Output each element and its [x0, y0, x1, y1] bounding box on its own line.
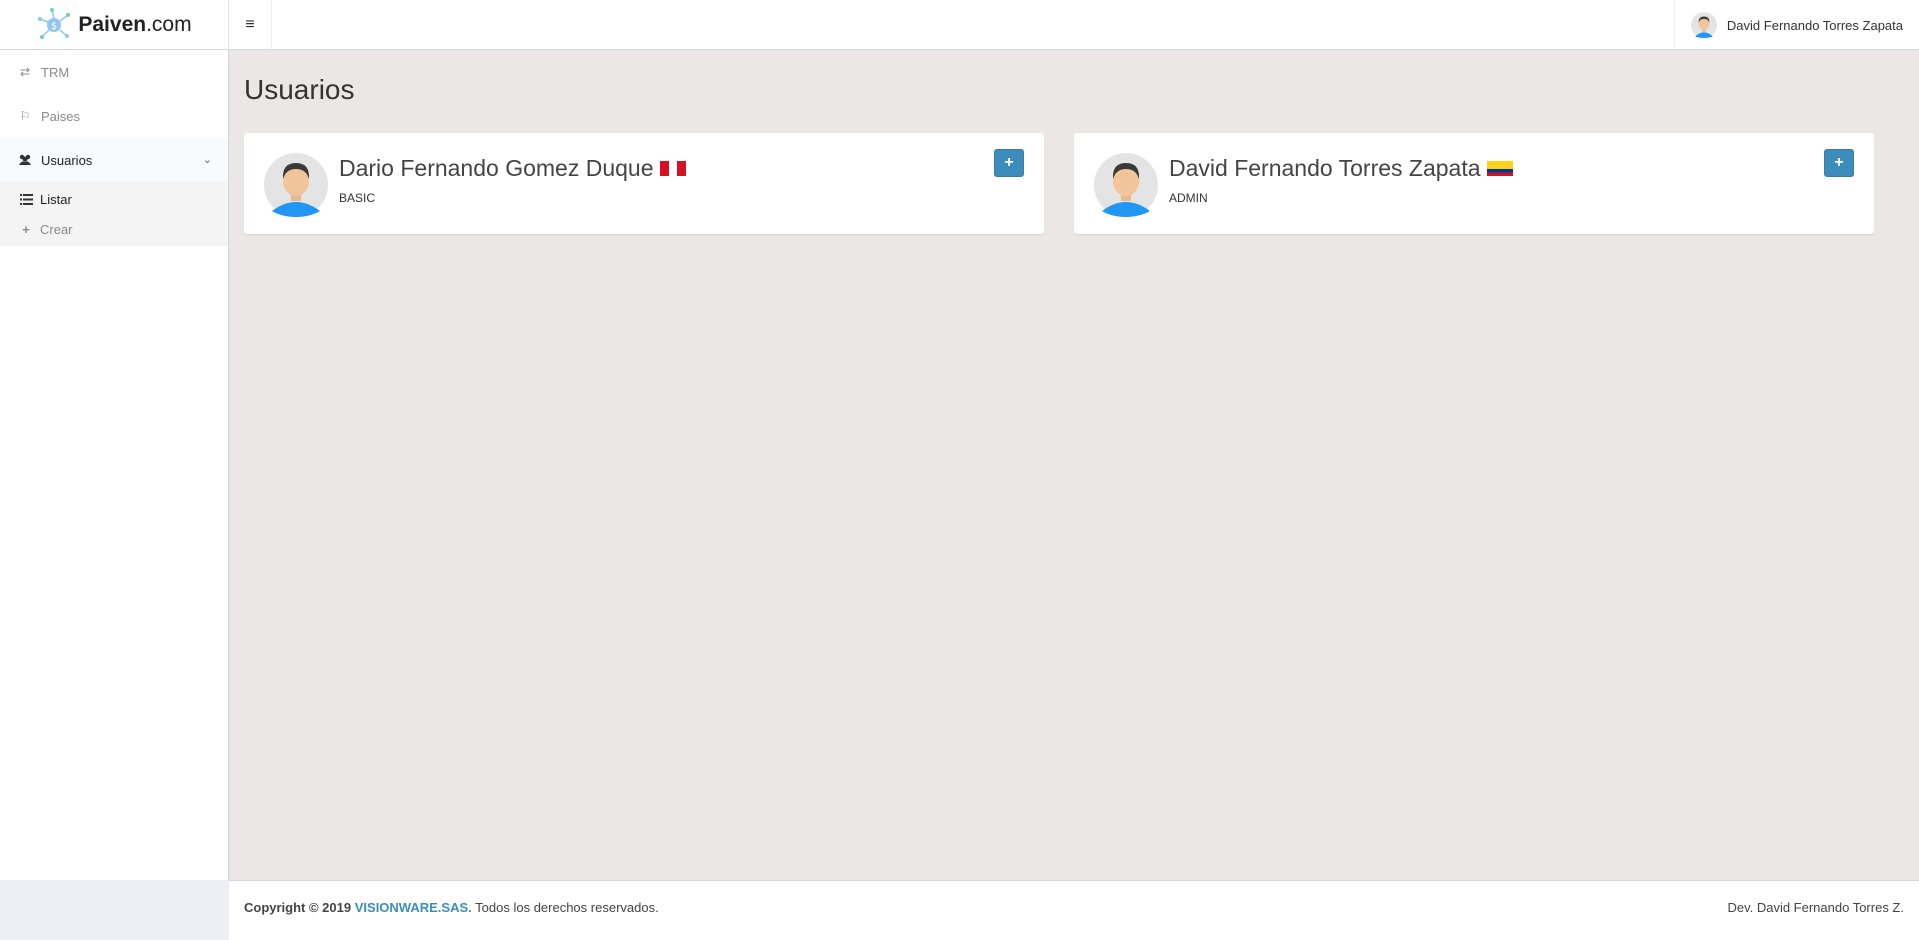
sidebar-subitem-label: Listar [40, 191, 72, 207]
list-icon [18, 193, 34, 205]
top-header: $ Paiven.com ≡ David Fernando Torres Zap… [0, 0, 1919, 50]
users-icon [17, 154, 33, 166]
exchange-icon: ⇄ [19, 65, 31, 79]
sidebar-subitem-label: Crear [40, 221, 73, 237]
add-button[interactable]: + [1824, 149, 1854, 177]
peru-flag-icon [659, 161, 686, 176]
colombia-flag-icon [1486, 161, 1513, 176]
sidebar-item-label: Usuarios [41, 152, 93, 168]
sidebar-item-trm[interactable]: ⇄ TRM [0, 50, 228, 94]
sidebar-toggle-button[interactable]: ≡ [229, 0, 272, 50]
user-avatar-icon [264, 153, 328, 217]
sidebar-subitem-crear[interactable]: + Crear [0, 214, 228, 244]
user-role: ADMIN [1169, 191, 1208, 205]
user-name: Dario Fernando Gomez Duque [339, 155, 654, 181]
user-role: BASIC [339, 191, 376, 205]
company-link[interactable]: VISIONWARE.SAS. [355, 900, 472, 915]
user-card: Dario Fernando Gomez Duque BASIC + [244, 133, 1044, 234]
plus-icon: + [22, 221, 30, 237]
main-content: Usuarios Dario Fernando Gomez Duque BASI… [229, 50, 1919, 880]
footer-dev-credit: Dev. David Fernando Torres Z. [1727, 900, 1904, 915]
usuarios-submenu: Listar + Crear [0, 182, 228, 246]
user-avatar-icon [1690, 12, 1717, 38]
network-dollar-logo-icon: $ [38, 8, 71, 39]
user-card: David Fernando Torres Zapata ADMIN + [1074, 133, 1874, 234]
sidebar: ⇄ TRM ⚐ Paises Usuarios ⌄ Listar + Crear [0, 50, 229, 880]
footer: Copyright © 2019 VISIONWARE.SAS. Todos l… [229, 880, 1919, 940]
flag-icon: ⚐ [19, 109, 31, 123]
user-menu[interactable]: David Fernando Torres Zapata [1673, 0, 1919, 50]
sidebar-subitem-listar[interactable]: Listar [0, 184, 228, 214]
sidebar-item-usuarios[interactable]: Usuarios ⌄ [0, 138, 228, 182]
brand-logo[interactable]: $ Paiven.com [0, 0, 229, 50]
user-name: David Fernando Torres Zapata [1169, 155, 1481, 181]
page-title: Usuarios [244, 74, 355, 105]
sidebar-item-label: TRM [41, 64, 70, 80]
footer-copyright: Copyright © 2019 VISIONWARE.SAS. Todos l… [244, 900, 659, 915]
brand-name: Paiven.com [78, 13, 192, 36]
add-button[interactable]: + [994, 149, 1024, 177]
sidebar-item-label: Paises [41, 108, 81, 124]
hamburger-icon: ≡ [245, 16, 255, 33]
user-name: David Fernando Torres Zapata [1726, 17, 1903, 33]
svg-text:$: $ [51, 21, 57, 32]
sidebar-item-paises[interactable]: ⚐ Paises [0, 94, 228, 138]
user-avatar-icon [1094, 153, 1158, 217]
chevron-down-icon: ⌄ [202, 154, 212, 166]
